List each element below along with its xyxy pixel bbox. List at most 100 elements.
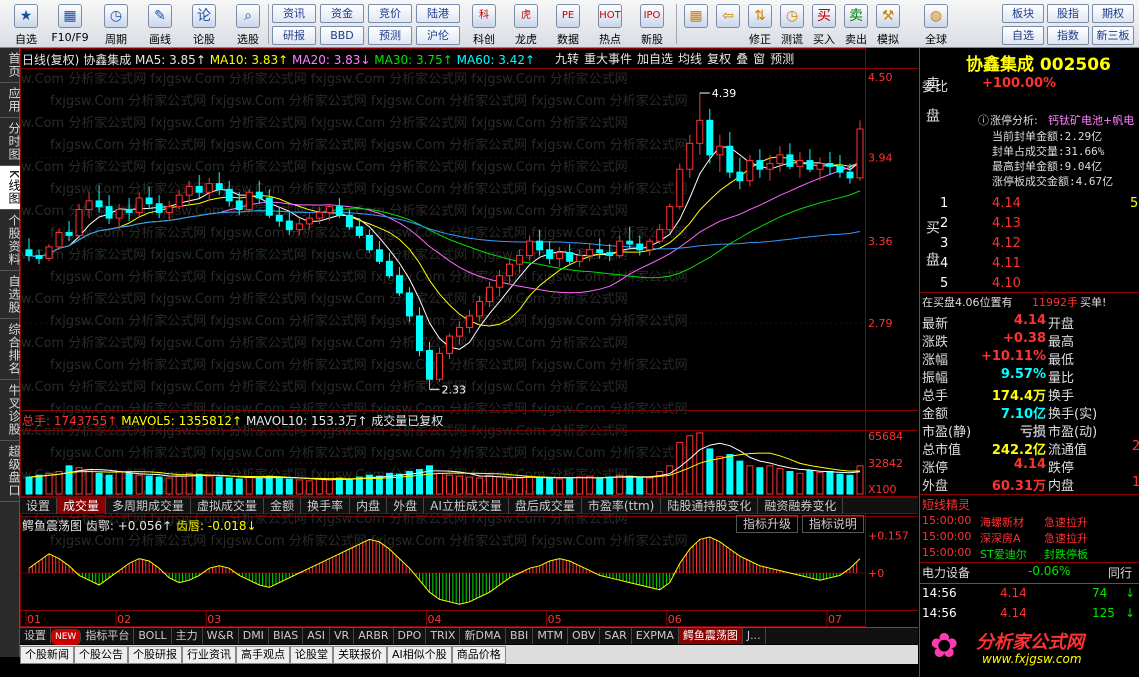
- chart-tab-6[interactable]: 窗: [753, 52, 765, 66]
- candle-body[interactable]: [225, 188, 233, 202]
- candle-body[interactable]: [175, 194, 183, 208]
- volume-tab-1[interactable]: 成交量: [57, 498, 107, 514]
- news-tab-1[interactable]: 个股公告: [74, 646, 128, 664]
- candle-body[interactable]: [516, 255, 524, 265]
- candle-body[interactable]: [456, 326, 464, 337]
- candle-body[interactable]: [616, 240, 624, 257]
- candle-body[interactable]: [486, 286, 494, 303]
- candle-body[interactable]: [25, 249, 33, 257]
- volume-tab-3[interactable]: 虚拟成交量: [191, 498, 265, 514]
- volume-tab-5[interactable]: 换手率: [301, 498, 351, 514]
- candle-body[interactable]: [496, 275, 504, 288]
- candle-body[interactable]: [606, 252, 614, 257]
- candle-body[interactable]: [726, 145, 734, 173]
- candle-body[interactable]: [305, 217, 313, 225]
- candle-body[interactable]: [165, 206, 173, 213]
- toolbar-right-button-0[interactable]: ▦: [680, 2, 712, 46]
- indicator-tab-7[interactable]: BIAS: [269, 628, 304, 644]
- short-stock[interactable]: ST爱迪尔: [980, 546, 1027, 562]
- toolbar-mid-button-1[interactable]: 虎龙虎: [504, 2, 548, 46]
- candle-body[interactable]: [786, 154, 794, 167]
- toolbar-right-button-6[interactable]: ⚒ 模拟: [872, 2, 904, 46]
- news-tab-5[interactable]: 论股堂: [290, 646, 333, 664]
- left-tab-7[interactable]: 牛叉诊股: [0, 380, 21, 441]
- candle-body[interactable]: [576, 255, 584, 262]
- toolbar-mid-button-4[interactable]: IPO 新股: [630, 2, 674, 46]
- candle-body[interactable]: [375, 249, 383, 262]
- news-tab-8[interactable]: 商品价格: [451, 646, 506, 664]
- candle-body[interactable]: [245, 191, 253, 211]
- candle-body[interactable]: [816, 162, 824, 170]
- candle-body[interactable]: [365, 234, 373, 251]
- left-tab-1[interactable]: 应用: [0, 83, 21, 118]
- candle-body[interactable]: [345, 214, 353, 228]
- toolbar-far-button-4[interactable]: 指数: [1047, 26, 1089, 45]
- candle-body[interactable]: [235, 200, 243, 211]
- candle-body[interactable]: [195, 186, 203, 193]
- news-tab-2[interactable]: 个股研报: [128, 646, 182, 664]
- candle-body[interactable]: [145, 197, 153, 205]
- candle-body[interactable]: [596, 249, 604, 254]
- candle-body[interactable]: [706, 119, 714, 156]
- news-tab-4[interactable]: 高手观点: [236, 646, 290, 664]
- indicator-tab-18[interactable]: EXPMA: [632, 628, 679, 644]
- candle-body[interactable]: [95, 200, 103, 208]
- candle-body[interactable]: [75, 209, 83, 236]
- short-stock[interactable]: 深深房A: [980, 530, 1021, 546]
- chart-tab-4[interactable]: 复权: [707, 52, 731, 66]
- left-tab-4[interactable]: 个股资料: [0, 210, 21, 271]
- indicator-help-button[interactable]: 指标说明: [801, 515, 864, 533]
- candle-body[interactable]: [846, 171, 854, 179]
- candle-body[interactable]: [255, 191, 263, 199]
- toolbar-button-3[interactable]: ✎ 画线: [138, 2, 182, 46]
- candle-body[interactable]: [185, 186, 193, 196]
- candle-body[interactable]: [466, 315, 474, 328]
- toolbar-right-button-1[interactable]: ⇦: [712, 2, 744, 46]
- candle-body[interactable]: [806, 160, 814, 170]
- candle-body[interactable]: [506, 263, 514, 277]
- indicator-tab-20[interactable]: J...: [743, 628, 766, 644]
- left-tab-5[interactable]: 自选股: [0, 271, 21, 319]
- volume-tab-4[interactable]: 金额: [264, 498, 302, 514]
- candle-body[interactable]: [646, 240, 654, 251]
- toolbar-button-1[interactable]: ▦ F10/F9: [48, 2, 92, 46]
- toolbar-right-button-3[interactable]: ◷ 测谎: [776, 2, 808, 46]
- news-tab-7[interactable]: AI相似个股: [387, 646, 452, 664]
- indicator-tab-12[interactable]: TRIX: [426, 628, 461, 644]
- toolbar-small-button-2[interactable]: 竞价: [368, 4, 412, 23]
- candle-body[interactable]: [385, 260, 393, 277]
- left-tab-3[interactable]: K线图: [0, 166, 21, 210]
- candle-body[interactable]: [395, 275, 403, 294]
- indicator-tab-1[interactable]: NEW: [51, 629, 82, 645]
- candle-body[interactable]: [115, 209, 123, 219]
- toolbar-right-button-4[interactable]: 买买入: [808, 2, 840, 46]
- candle-body[interactable]: [295, 223, 303, 231]
- candle-body[interactable]: [415, 315, 423, 351]
- candle-body[interactable]: [796, 160, 804, 167]
- volume-tab-6[interactable]: 内盘: [350, 498, 388, 514]
- candle-body[interactable]: [556, 252, 564, 259]
- news-tab-0[interactable]: 个股新闻: [20, 646, 74, 664]
- toolbar-small-button-7[interactable]: 沪伦: [416, 26, 460, 45]
- toolbar-far-button-1[interactable]: 股指: [1047, 4, 1089, 23]
- candle-body[interactable]: [65, 232, 73, 236]
- left-tab-6[interactable]: 综合排名: [0, 319, 21, 380]
- candle-body[interactable]: [856, 128, 864, 179]
- candle-body[interactable]: [105, 206, 113, 219]
- candle-body[interactable]: [155, 203, 163, 213]
- candle-body[interactable]: [435, 352, 443, 380]
- short-stock[interactable]: 海螺新材: [980, 514, 1024, 530]
- indicator-upgrade-button[interactable]: 指标升级: [736, 515, 799, 533]
- toolbar-far-button-3[interactable]: 自选: [1002, 26, 1044, 45]
- candle-body[interactable]: [35, 255, 43, 259]
- candle-body[interactable]: [696, 119, 704, 144]
- toolbar-small-button-4[interactable]: 研报: [272, 26, 316, 45]
- candle-body[interactable]: [676, 168, 684, 208]
- toolbar-small-button-1[interactable]: 资金: [320, 4, 364, 23]
- volume-tab-12[interactable]: 融资融券变化: [758, 498, 844, 514]
- candle-body[interactable]: [826, 162, 834, 167]
- indicator-tab-10[interactable]: ARBR: [354, 628, 394, 644]
- volume-tab-0[interactable]: 设置: [20, 498, 58, 514]
- candle-body[interactable]: [446, 335, 454, 354]
- news-tab-6[interactable]: 关联报价: [333, 646, 387, 664]
